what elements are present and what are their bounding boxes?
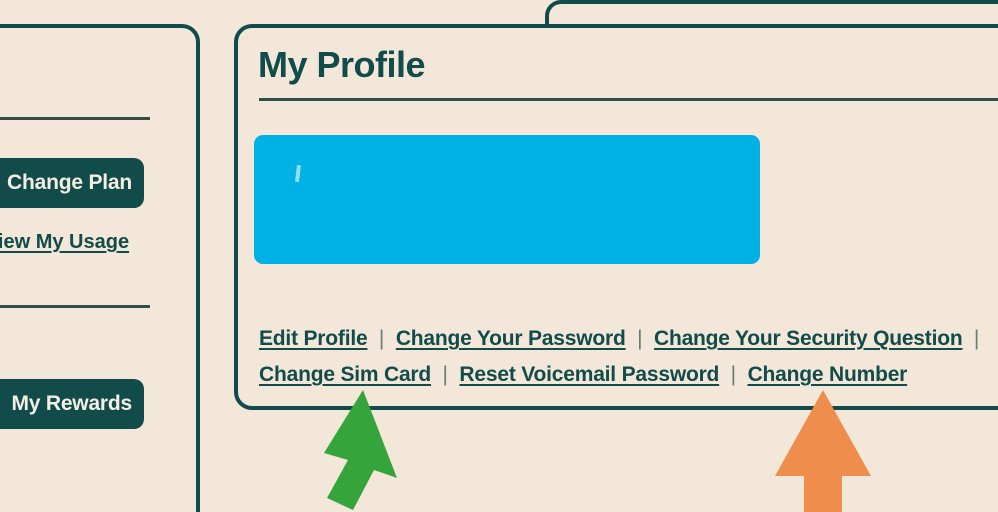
link-separator: | [442,363,448,386]
my-rewards-label: My Rewards [11,392,132,415]
redaction-artifact-mark [294,164,302,183]
view-my-usage-link[interactable]: View My Usage [0,231,150,254]
change-sim-card-link[interactable]: Change Sim Card [259,363,431,386]
sidebar-divider-bottom [0,305,150,308]
my-profile-panel: My Profile Edit Profile | Change Your Pa… [234,24,998,410]
change-your-security-question-link[interactable]: Change Your Security Question [654,327,963,350]
my-rewards-button[interactable]: My Rewards [0,379,144,429]
redacted-profile-details [254,135,760,264]
profile-links-row-1: Edit Profile | Change Your Password | Ch… [259,322,998,358]
link-separator: | [378,327,385,350]
title-divider [259,98,998,101]
profile-action-links: Edit Profile | Change Your Password | Ch… [259,322,998,394]
change-your-password-link[interactable]: Change Your Password [396,327,626,350]
change-plan-label: Change Plan [7,171,132,194]
link-separator: | [730,363,737,386]
profile-links-row-2: Change Sim Card | Reset Voicemail Passwo… [259,358,998,394]
sidebar-panel: Change Plan View My Usage My Rewards [0,24,200,512]
sidebar-divider-top [0,117,150,120]
edit-profile-link[interactable]: Edit Profile [259,327,368,350]
link-separator: | [973,327,980,350]
change-plan-button[interactable]: Change Plan [0,158,144,208]
page-title: My Profile [258,44,426,85]
reset-voicemail-password-link[interactable]: Reset Voicemail Password [459,363,719,386]
change-number-link[interactable]: Change Number [748,363,908,386]
link-separator: | [637,327,643,350]
top-partial-panel [545,0,998,26]
screenshot-stage: Change Plan View My Usage My Rewards My … [0,0,998,512]
